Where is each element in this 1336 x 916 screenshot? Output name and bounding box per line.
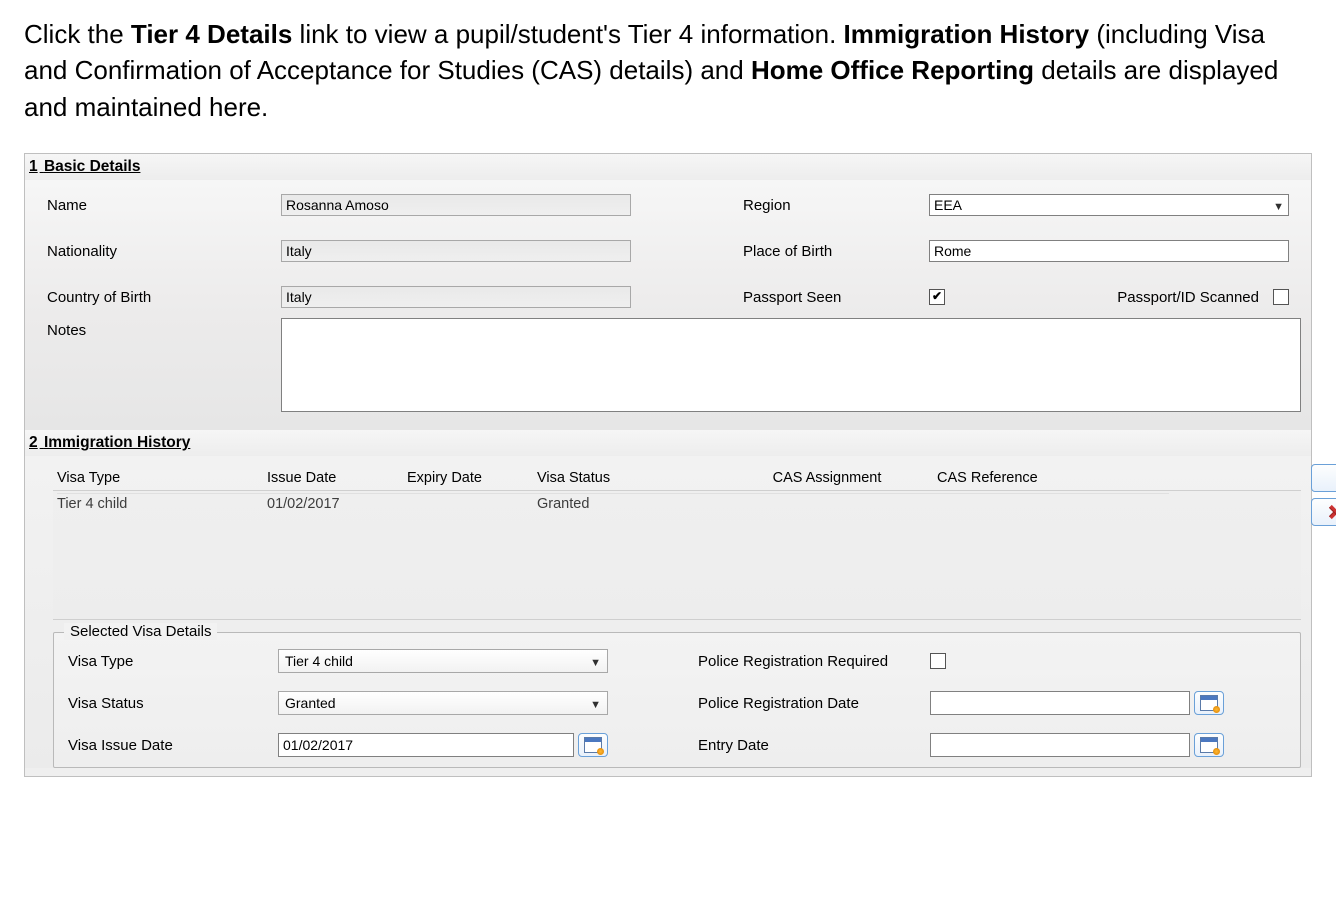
chevron-down-icon: ▼ bbox=[590, 696, 601, 715]
visa-type-value: Tier 4 child bbox=[285, 653, 353, 669]
label-visa-issue-date: Visa Issue Date bbox=[68, 737, 278, 754]
nationality-field[interactable]: Italy bbox=[281, 240, 631, 262]
entry-date-picker-button[interactable] bbox=[1194, 733, 1224, 757]
selected-visa-details-fieldset: Selected Visa Details Visa Type Tier 4 c… bbox=[53, 632, 1301, 768]
cell-cas-reference bbox=[937, 493, 1147, 512]
label-notes: Notes bbox=[47, 318, 275, 412]
police-reg-date-picker-button[interactable] bbox=[1194, 691, 1224, 715]
name-field[interactable]: Rosanna Amoso bbox=[281, 194, 631, 216]
calendar-icon bbox=[1200, 737, 1218, 753]
region-value: EEA bbox=[934, 197, 962, 213]
label-name: Name bbox=[47, 197, 275, 214]
country-of-birth-field[interactable]: Italy bbox=[281, 286, 631, 308]
label-entry-date: Entry Date bbox=[698, 737, 930, 754]
label-police-reg-required: Police Registration Required bbox=[698, 653, 930, 670]
intro-paragraph: Click the Tier 4 Details link to view a … bbox=[24, 16, 1312, 125]
chevron-down-icon: ▼ bbox=[590, 654, 601, 673]
table-row[interactable]: Tier 4 child 01/02/2017 Granted bbox=[53, 491, 1301, 514]
visa-issue-date-field[interactable]: 01/02/2017 bbox=[278, 733, 574, 757]
col-visa-status: Visa Status bbox=[537, 470, 717, 486]
label-visa-type: Visa Type bbox=[68, 653, 278, 670]
intro-bold-2: Immigration History bbox=[844, 19, 1090, 49]
delete-button[interactable]: Delete bbox=[1311, 498, 1336, 526]
cell-visa-status: Granted bbox=[537, 493, 717, 512]
intro-bold-1: Tier 4 Details bbox=[131, 19, 292, 49]
police-reg-date-field[interactable] bbox=[930, 691, 1190, 715]
new-button[interactable]: New bbox=[1311, 464, 1336, 492]
police-reg-required-checkbox[interactable] bbox=[930, 653, 946, 669]
chevron-down-icon: ▼ bbox=[1273, 198, 1284, 217]
region-select[interactable]: EEA ▼ bbox=[929, 194, 1289, 216]
visa-type-select[interactable]: Tier 4 child ▼ bbox=[278, 649, 608, 673]
intro-bold-3: Home Office Reporting bbox=[751, 55, 1034, 85]
cell-visa-type: Tier 4 child bbox=[57, 493, 267, 512]
label-visa-status: Visa Status bbox=[68, 695, 278, 712]
label-passport-seen: Passport Seen bbox=[743, 289, 923, 306]
label-region: Region bbox=[743, 197, 923, 214]
col-expiry-date: Expiry Date bbox=[407, 470, 537, 486]
cell-issue-date: 01/02/2017 bbox=[267, 493, 407, 512]
col-visa-type: Visa Type bbox=[57, 470, 267, 486]
intro-text: Click the bbox=[24, 19, 131, 49]
entry-date-field[interactable] bbox=[930, 733, 1190, 757]
label-police-reg-date: Police Registration Date bbox=[698, 695, 930, 712]
section-title-text: Immigration History bbox=[44, 434, 190, 451]
label-nationality: Nationality bbox=[47, 243, 275, 260]
passport-scanned-checkbox[interactable] bbox=[1273, 289, 1289, 305]
selected-visa-details-legend: Selected Visa Details bbox=[64, 623, 217, 640]
section-immigration-history-header[interactable]: 2 Immigration History bbox=[25, 430, 1311, 456]
notes-textarea[interactable] bbox=[281, 318, 1301, 412]
immigration-table-body[interactable]: Tier 4 child 01/02/2017 Granted bbox=[53, 490, 1301, 620]
place-of-birth-field[interactable]: Rome bbox=[929, 240, 1289, 262]
label-country-of-birth: Country of Birth bbox=[47, 289, 275, 306]
col-cas-reference: CAS Reference bbox=[937, 470, 1147, 486]
cell-expiry-date bbox=[407, 493, 537, 512]
section-basic-details-header[interactable]: 1 Basic Details bbox=[25, 154, 1311, 180]
immigration-table-header: Visa Type Issue Date Expiry Date Visa St… bbox=[53, 464, 1301, 490]
col-cas-assignment: CAS Assignment bbox=[717, 470, 937, 486]
section-number: 1 bbox=[29, 158, 38, 175]
cell-cas-assignment bbox=[717, 493, 937, 512]
section-number: 2 bbox=[29, 434, 38, 451]
label-place-of-birth: Place of Birth bbox=[743, 243, 923, 260]
visa-status-select[interactable]: Granted ▼ bbox=[278, 691, 608, 715]
visa-status-value: Granted bbox=[285, 695, 336, 711]
visa-issue-date-picker-button[interactable] bbox=[578, 733, 608, 757]
passport-seen-checkbox[interactable] bbox=[929, 289, 945, 305]
calendar-icon bbox=[584, 737, 602, 753]
intro-text: link to view a pupil/student's Tier 4 in… bbox=[292, 19, 843, 49]
calendar-icon bbox=[1200, 695, 1218, 711]
section-title-text: Basic Details bbox=[44, 158, 141, 175]
delete-icon bbox=[1327, 504, 1336, 520]
col-issue-date: Issue Date bbox=[267, 470, 407, 486]
label-passport-scanned: Passport/ID Scanned bbox=[1117, 289, 1259, 306]
tier4-panel: 1 Basic Details Name Rosanna Amoso Regio… bbox=[24, 153, 1312, 777]
